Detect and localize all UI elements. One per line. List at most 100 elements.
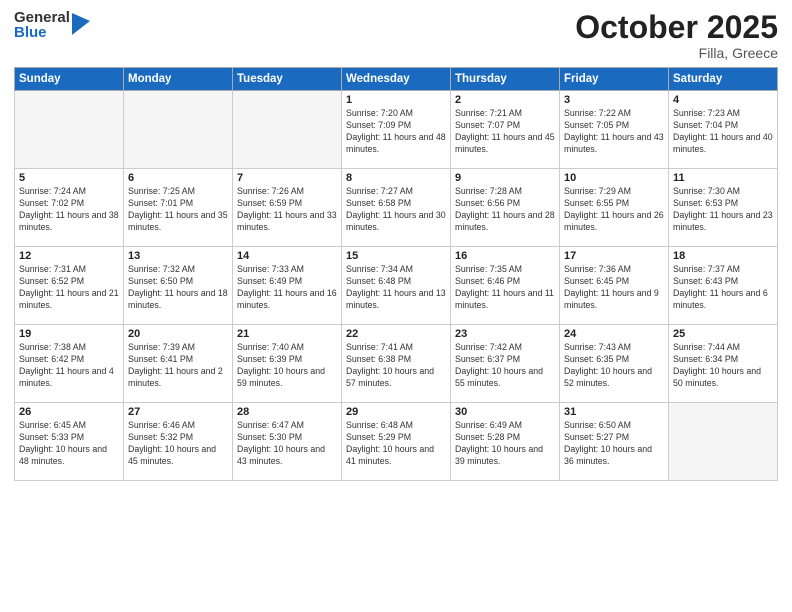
- day-number: 19: [19, 328, 119, 340]
- day-number: 29: [346, 406, 446, 418]
- day-info: Sunrise: 7:32 AMSunset: 6:50 PMDaylight:…: [128, 264, 228, 312]
- day-number: 1: [346, 94, 446, 106]
- table-row: 28 Sunrise: 6:47 AMSunset: 5:30 PMDayligh…: [233, 403, 342, 481]
- calendar-week-row: 5 Sunrise: 7:24 AMSunset: 7:02 PMDaylight…: [15, 169, 778, 247]
- day-number: 22: [346, 328, 446, 340]
- day-number: 11: [673, 172, 773, 184]
- logo-general: General: [14, 10, 70, 25]
- day-info: Sunrise: 7:23 AMSunset: 7:04 PMDaylight:…: [673, 108, 773, 156]
- day-info: Sunrise: 6:46 AMSunset: 5:32 PMDaylight:…: [128, 420, 228, 468]
- day-number: 8: [346, 172, 446, 184]
- month-title: October 2025: [575, 10, 778, 45]
- day-number: 10: [564, 172, 664, 184]
- table-row: 9 Sunrise: 7:28 AMSunset: 6:56 PMDaylight…: [451, 169, 560, 247]
- day-info: Sunrise: 6:47 AMSunset: 5:30 PMDaylight:…: [237, 420, 337, 468]
- table-row: 20 Sunrise: 7:39 AMSunset: 6:41 PMDayligh…: [124, 325, 233, 403]
- day-number: 18: [673, 250, 773, 262]
- day-info: Sunrise: 7:36 AMSunset: 6:45 PMDaylight:…: [564, 264, 664, 312]
- table-row: 30 Sunrise: 6:49 AMSunset: 5:28 PMDayligh…: [451, 403, 560, 481]
- day-info: Sunrise: 7:44 AMSunset: 6:34 PMDaylight:…: [673, 342, 773, 390]
- day-number: 26: [19, 406, 119, 418]
- day-info: Sunrise: 7:21 AMSunset: 7:07 PMDaylight:…: [455, 108, 555, 156]
- day-info: Sunrise: 7:22 AMSunset: 7:05 PMDaylight:…: [564, 108, 664, 156]
- day-info: Sunrise: 7:41 AMSunset: 6:38 PMDaylight:…: [346, 342, 446, 390]
- day-number: 14: [237, 250, 337, 262]
- table-row: 5 Sunrise: 7:24 AMSunset: 7:02 PMDaylight…: [15, 169, 124, 247]
- table-row: 21 Sunrise: 7:40 AMSunset: 6:39 PMDayligh…: [233, 325, 342, 403]
- day-info: Sunrise: 7:29 AMSunset: 6:55 PMDaylight:…: [564, 186, 664, 234]
- table-row: 26 Sunrise: 6:45 AMSunset: 5:33 PMDayligh…: [15, 403, 124, 481]
- calendar-week-row: 1 Sunrise: 7:20 AMSunset: 7:09 PMDaylight…: [15, 91, 778, 169]
- day-info: Sunrise: 7:39 AMSunset: 6:41 PMDaylight:…: [128, 342, 228, 390]
- day-number: 3: [564, 94, 664, 106]
- day-info: Sunrise: 6:45 AMSunset: 5:33 PMDaylight:…: [19, 420, 119, 468]
- calendar-header-row: Sunday Monday Tuesday Wednesday Thursday…: [15, 68, 778, 91]
- day-number: 20: [128, 328, 228, 340]
- table-row: 15Sunrise: 7:34 AMSunset: 6:48 PMDayligh…: [342, 247, 451, 325]
- day-info: Sunrise: 7:42 AMSunset: 6:37 PMDaylight:…: [455, 342, 555, 390]
- calendar-week-row: 26 Sunrise: 6:45 AMSunset: 5:33 PMDayligh…: [15, 403, 778, 481]
- table-row: 2 Sunrise: 7:21 AMSunset: 7:07 PMDaylight…: [451, 91, 560, 169]
- day-number: 7: [237, 172, 337, 184]
- col-saturday: Saturday: [669, 68, 778, 91]
- col-thursday: Thursday: [451, 68, 560, 91]
- table-row: 27Sunrise: 6:46 AMSunset: 5:32 PMDayligh…: [124, 403, 233, 481]
- table-row: [669, 403, 778, 481]
- day-number: 5: [19, 172, 119, 184]
- table-row: 19 Sunrise: 7:38 AMSunset: 6:42 PMDayligh…: [15, 325, 124, 403]
- col-monday: Monday: [124, 68, 233, 91]
- logo: General Blue: [14, 10, 90, 40]
- day-info: Sunrise: 7:37 AMSunset: 6:43 PMDaylight:…: [673, 264, 773, 312]
- day-info: Sunrise: 7:40 AMSunset: 6:39 PMDaylight:…: [237, 342, 337, 390]
- day-info: Sunrise: 7:35 AMSunset: 6:46 PMDaylight:…: [455, 264, 555, 312]
- calendar-week-row: 19 Sunrise: 7:38 AMSunset: 6:42 PMDayligh…: [15, 325, 778, 403]
- calendar-table: Sunday Monday Tuesday Wednesday Thursday…: [14, 67, 778, 481]
- day-info: Sunrise: 7:43 AMSunset: 6:35 PMDaylight:…: [564, 342, 664, 390]
- table-row: 10 Sunrise: 7:29 AMSunset: 6:55 PMDayligh…: [560, 169, 669, 247]
- day-info: Sunrise: 7:27 AMSunset: 6:58 PMDaylight:…: [346, 186, 446, 234]
- day-number: 31: [564, 406, 664, 418]
- table-row: 3 Sunrise: 7:22 AMSunset: 7:05 PMDaylight…: [560, 91, 669, 169]
- table-row: 6Sunrise: 7:25 AMSunset: 7:01 PMDaylight…: [124, 169, 233, 247]
- table-row: 31Sunrise: 6:50 AMSunset: 5:27 PMDayligh…: [560, 403, 669, 481]
- logo-text: General Blue: [14, 10, 70, 40]
- day-number: 9: [455, 172, 555, 184]
- day-number: 17: [564, 250, 664, 262]
- table-row: 12Sunrise: 7:31 AMSunset: 6:52 PMDayligh…: [15, 247, 124, 325]
- table-row: [15, 91, 124, 169]
- day-number: 23: [455, 328, 555, 340]
- day-info: Sunrise: 6:49 AMSunset: 5:28 PMDaylight:…: [455, 420, 555, 468]
- table-row: [233, 91, 342, 169]
- col-tuesday: Tuesday: [233, 68, 342, 91]
- day-number: 30: [455, 406, 555, 418]
- col-friday: Friday: [560, 68, 669, 91]
- logo-icon: [72, 13, 90, 35]
- table-row: 8 Sunrise: 7:27 AMSunset: 6:58 PMDaylight…: [342, 169, 451, 247]
- day-info: Sunrise: 7:26 AMSunset: 6:59 PMDaylight:…: [237, 186, 337, 234]
- day-info: Sunrise: 7:38 AMSunset: 6:42 PMDaylight:…: [19, 342, 119, 390]
- day-info: Sunrise: 7:30 AMSunset: 6:53 PMDaylight:…: [673, 186, 773, 234]
- day-info: Sunrise: 7:28 AMSunset: 6:56 PMDaylight:…: [455, 186, 555, 234]
- table-row: 13 Sunrise: 7:32 AMSunset: 6:50 PMDayligh…: [124, 247, 233, 325]
- day-info: Sunrise: 7:33 AMSunset: 6:49 PMDaylight:…: [237, 264, 337, 312]
- table-row: 29Sunrise: 6:48 AMSunset: 5:29 PMDayligh…: [342, 403, 451, 481]
- day-info: Sunrise: 7:24 AMSunset: 7:02 PMDaylight:…: [19, 186, 119, 234]
- location: Filla, Greece: [575, 45, 778, 61]
- day-info: Sunrise: 7:31 AMSunset: 6:52 PMDaylight:…: [19, 264, 119, 312]
- table-row: 7 Sunrise: 7:26 AMSunset: 6:59 PMDaylight…: [233, 169, 342, 247]
- table-row: [124, 91, 233, 169]
- table-row: 24 Sunrise: 7:43 AMSunset: 6:35 PMDayligh…: [560, 325, 669, 403]
- day-number: 21: [237, 328, 337, 340]
- table-row: 1 Sunrise: 7:20 AMSunset: 7:09 PMDaylight…: [342, 91, 451, 169]
- day-number: 2: [455, 94, 555, 106]
- day-number: 28: [237, 406, 337, 418]
- calendar-week-row: 12Sunrise: 7:31 AMSunset: 6:52 PMDayligh…: [15, 247, 778, 325]
- day-info: Sunrise: 7:20 AMSunset: 7:09 PMDaylight:…: [346, 108, 446, 156]
- day-number: 15: [346, 250, 446, 262]
- table-row: 22 Sunrise: 7:41 AMSunset: 6:38 PMDayligh…: [342, 325, 451, 403]
- day-number: 13: [128, 250, 228, 262]
- table-row: 11 Sunrise: 7:30 AMSunset: 6:53 PMDayligh…: [669, 169, 778, 247]
- page: General Blue October 2025 Filla, Greece …: [0, 0, 792, 612]
- table-row: 25Sunrise: 7:44 AMSunset: 6:34 PMDayligh…: [669, 325, 778, 403]
- day-number: 24: [564, 328, 664, 340]
